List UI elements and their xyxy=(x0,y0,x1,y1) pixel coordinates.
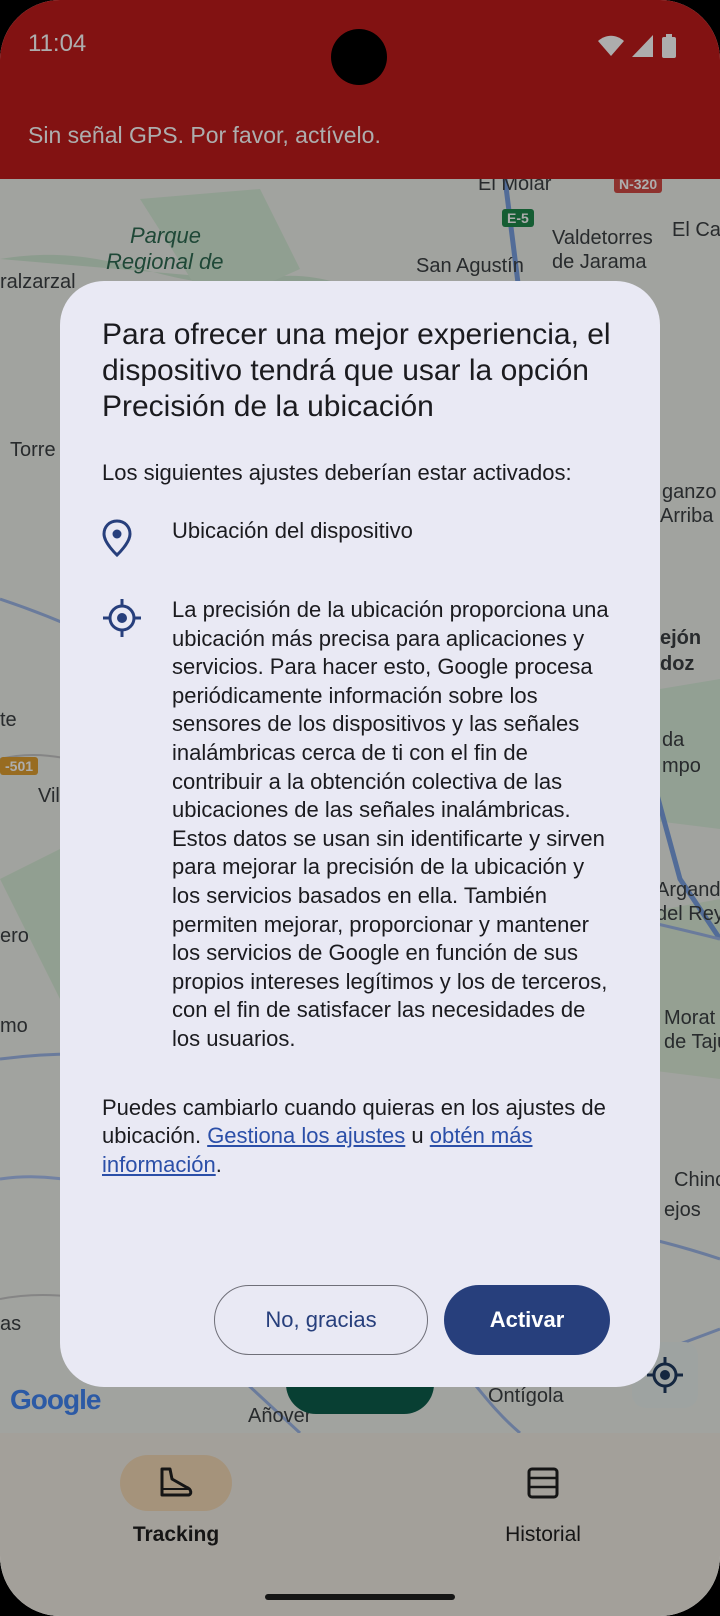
manage-settings-link[interactable]: Gestiona los ajustes xyxy=(207,1123,405,1148)
dialog-footer: Puedes cambiarlo cuando quieras en los a… xyxy=(102,1094,618,1180)
setting-location-accuracy: La precisión de la ubicación proporciona… xyxy=(102,596,618,1054)
dialog-intro: Los siguientes ajustes deberían estar ac… xyxy=(102,460,572,485)
location-accuracy-dialog: Para ofrecer una mejor experiencia, el d… xyxy=(60,281,660,1387)
dialog-actions: No, gracias Activar xyxy=(214,1285,610,1355)
no-thanks-button[interactable]: No, gracias xyxy=(214,1285,428,1355)
phone-screen: El Molar Valdetorres de Jarama El Ca Par… xyxy=(0,0,720,1616)
location-pin-icon xyxy=(102,517,172,562)
gps-target-icon xyxy=(102,596,172,1054)
activate-button[interactable]: Activar xyxy=(444,1285,610,1355)
setting-device-location: Ubicación del dispositivo xyxy=(102,517,618,562)
footer-text: . xyxy=(215,1151,222,1177)
dialog-title: Para ofrecer una mejor experiencia, el d… xyxy=(102,318,611,423)
setting-text: La precisión de la ubicación proporciona… xyxy=(172,597,609,1051)
setting-text: Ubicación del dispositivo xyxy=(172,518,413,543)
footer-text: u xyxy=(405,1123,430,1149)
